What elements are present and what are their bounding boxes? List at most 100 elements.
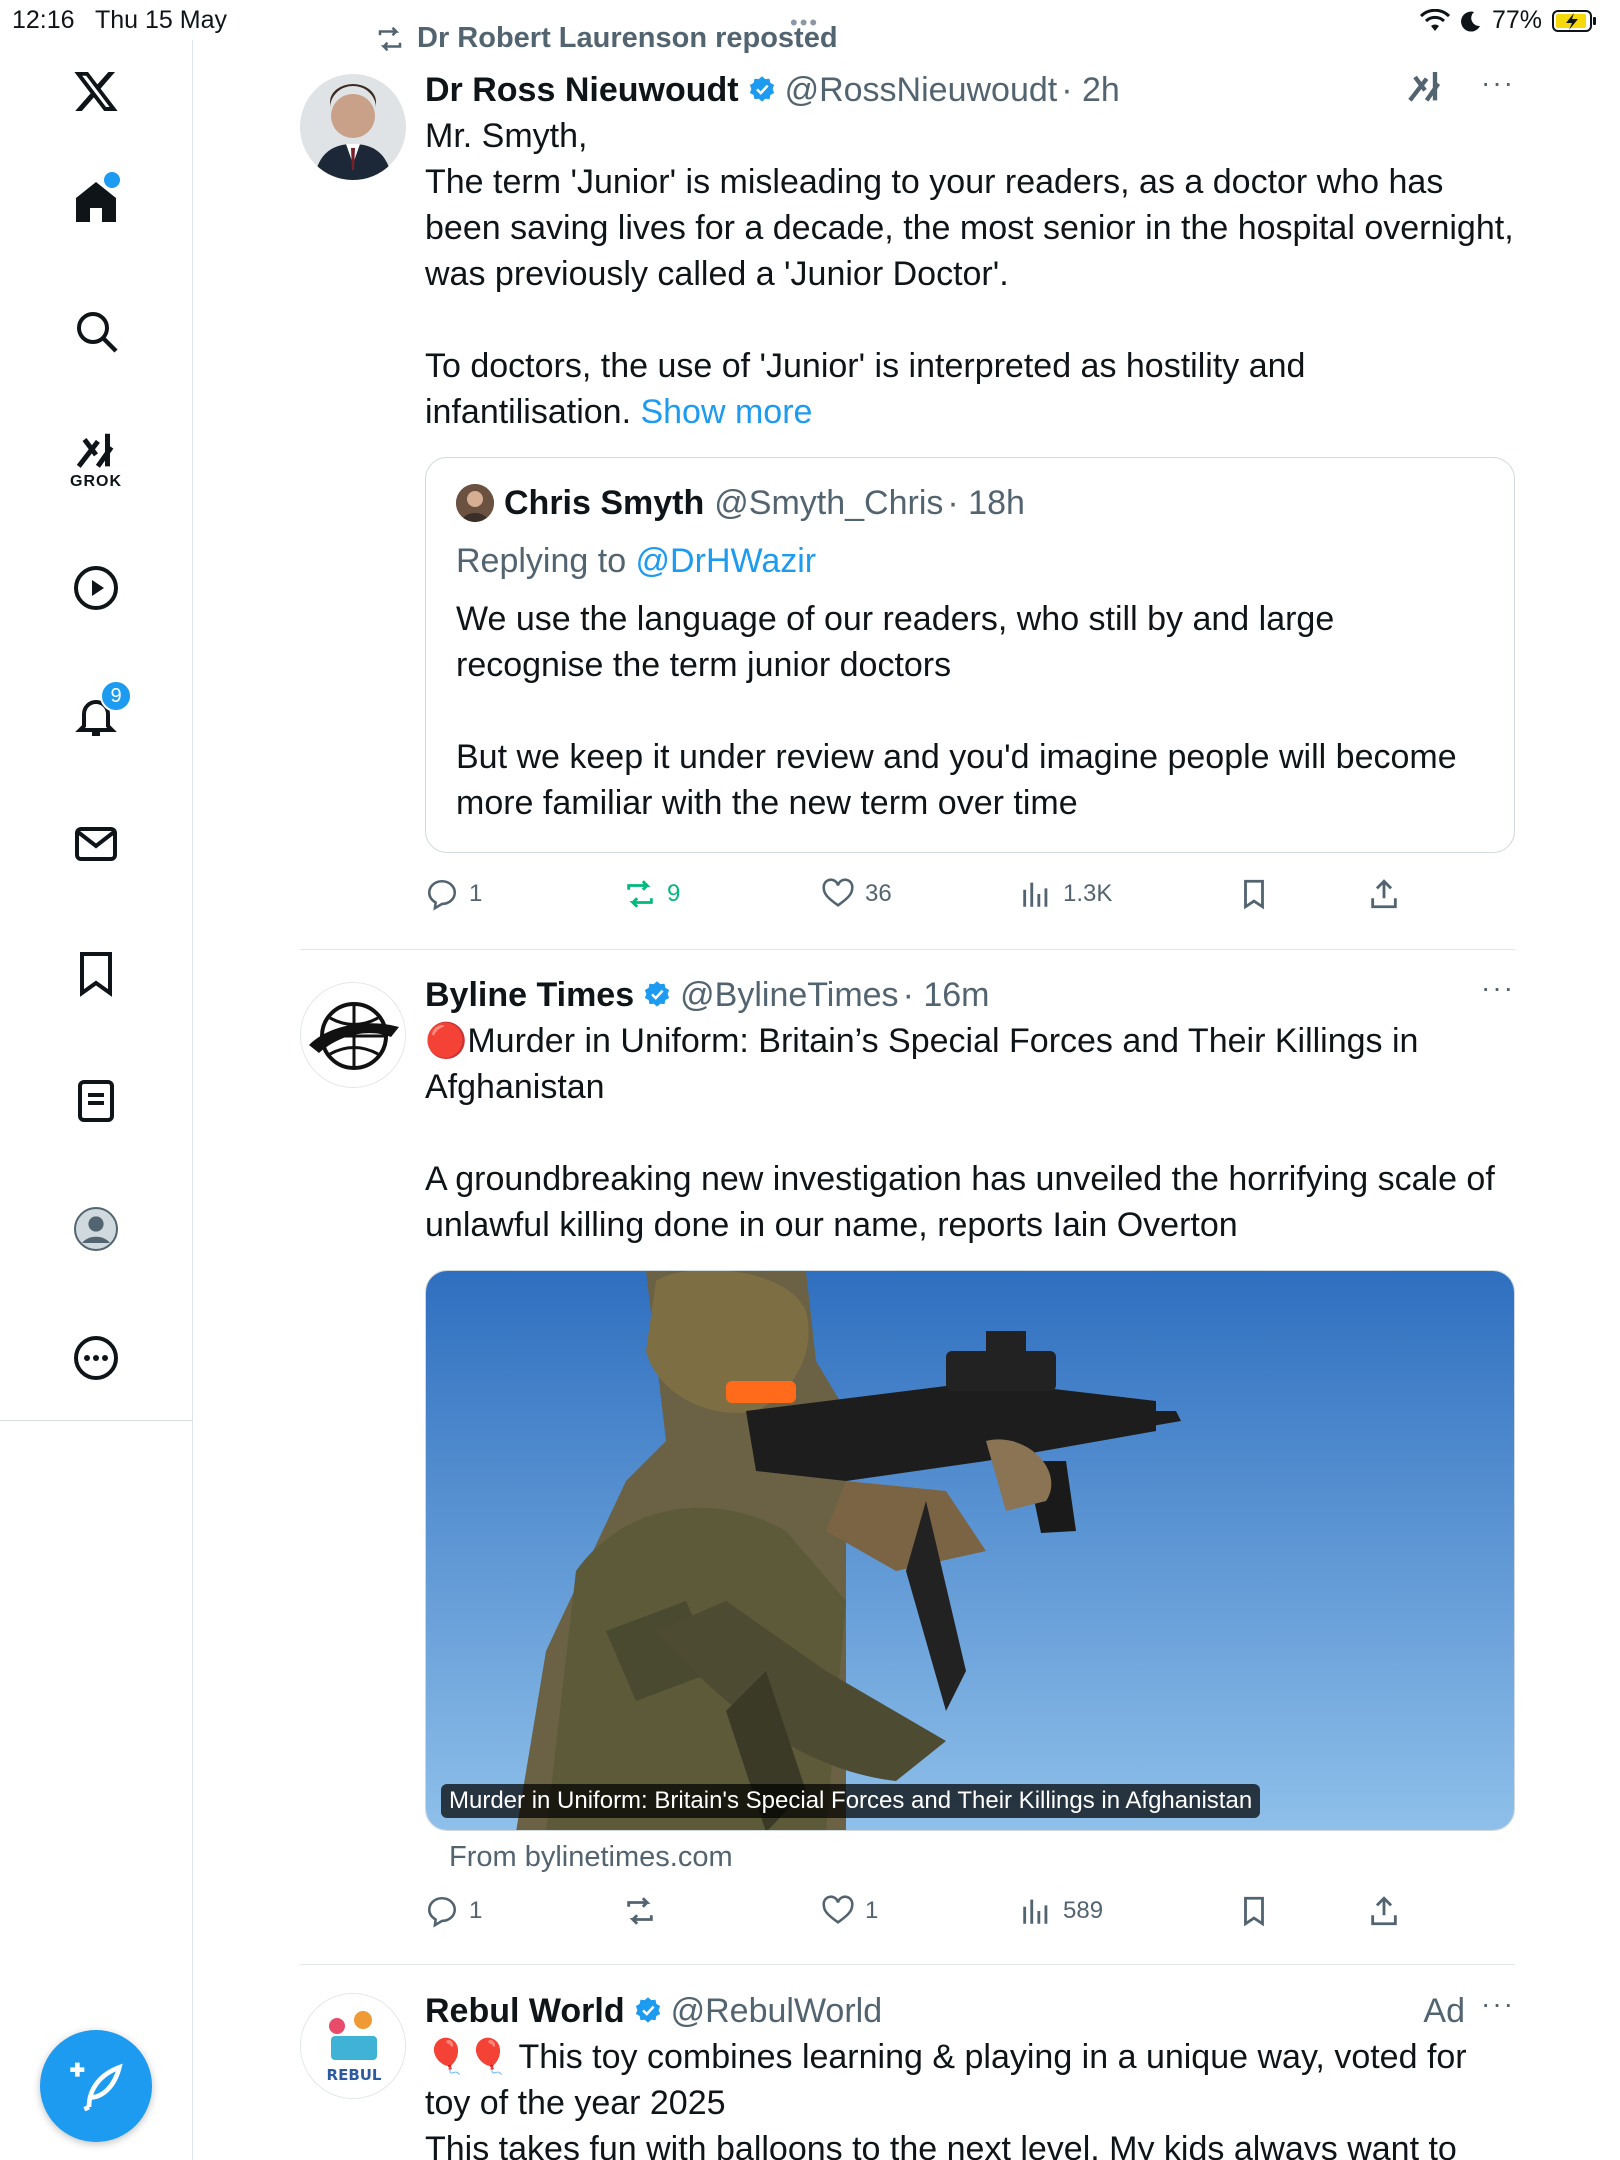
quote-header: Chris Smyth @Smyth_Chris · 18h xyxy=(456,480,1484,526)
video-icon[interactable] xyxy=(60,552,132,624)
bookmark-icon xyxy=(1244,1896,1264,1927)
quote-author-name: Chris Smyth xyxy=(504,484,705,522)
views-count: 1.3K xyxy=(1063,880,1113,907)
reply-count: 1 xyxy=(469,1897,483,1924)
grok-label: GROK xyxy=(70,473,122,490)
link-card-caption: Murder in Uniform: Britain's Special For… xyxy=(441,1784,1261,1818)
avatar[interactable] xyxy=(300,982,406,1088)
avatar[interactable] xyxy=(300,74,406,180)
tweet[interactable]: Byline Times @BylineTimes · 16m ··· 🔴Mur… xyxy=(300,972,1515,1952)
verified-badge-icon xyxy=(635,1997,660,2023)
share-button[interactable] xyxy=(1367,1886,1401,1936)
views-count: 589 xyxy=(1063,1897,1104,1924)
repost-count: 9 xyxy=(667,880,681,907)
repost-button[interactable] xyxy=(623,1886,667,1936)
soldier-photo xyxy=(426,1271,1514,1830)
tweet-actions: 1 9 36 1.3K xyxy=(425,869,1515,919)
bell-icon[interactable]: 9 xyxy=(60,680,132,752)
home-icon[interactable] xyxy=(60,166,132,238)
author-handle[interactable]: @RebulWorld xyxy=(671,1988,883,2034)
tweet-body: Rebul World @RebulWorld Ad ··· 🎈🎈 This t… xyxy=(425,1988,1515,2160)
quoted-tweet[interactable]: Chris Smyth @Smyth_Chris · 18h Replying … xyxy=(425,457,1515,853)
bookmark-icon xyxy=(1244,879,1264,910)
compose-button[interactable] xyxy=(40,2030,152,2142)
repost-icon xyxy=(627,1897,653,1925)
heart-icon xyxy=(822,1895,854,1924)
verified-badge-icon xyxy=(645,981,670,1007)
ad-label: Ad xyxy=(1423,1992,1465,2030)
reply-button[interactable]: 1 xyxy=(425,1886,482,1936)
replying-to: Replying to @DrHWazir xyxy=(456,542,817,580)
reply-button[interactable]: 1 xyxy=(425,869,482,919)
mail-icon[interactable] xyxy=(60,808,132,880)
views-icon xyxy=(1023,882,1048,907)
views-button[interactable]: 1.3K xyxy=(1019,869,1112,919)
more-options-icon[interactable]: ··· xyxy=(1481,67,1515,99)
like-button[interactable]: 36 xyxy=(821,869,892,919)
bookmark-button[interactable] xyxy=(1237,869,1271,919)
tweet-body: Dr Ross Nieuwoudt @RossNieuwoudt · 2h ··… xyxy=(425,67,1515,919)
timeline-feed: Dr Robert Laurenson reposted Dr Ross Nie… xyxy=(193,0,1620,2160)
views-button[interactable]: 589 xyxy=(1019,1886,1103,1936)
tweet-divider xyxy=(300,1964,1515,1965)
repost-label: Dr Robert Laurenson reposted xyxy=(417,22,838,54)
quote-avatar xyxy=(456,484,494,522)
repost-button[interactable]: 9 xyxy=(623,869,680,919)
tweet-actions: 1 1 589 xyxy=(425,1886,1515,1936)
share-button[interactable] xyxy=(1367,869,1401,919)
sidebar-divider xyxy=(0,1420,193,1421)
author-handle[interactable]: @BylineTimes xyxy=(680,972,898,1018)
more-icon[interactable] xyxy=(60,1322,132,1394)
grok-icon[interactable] xyxy=(1405,67,1445,112)
search-icon[interactable] xyxy=(60,295,132,367)
like-count: 36 xyxy=(865,880,892,907)
author-handle[interactable]: @RossNieuwoudt xyxy=(785,67,1058,113)
repost-indicator: Dr Robert Laurenson reposted xyxy=(373,22,838,55)
tweet-divider xyxy=(300,949,1515,950)
share-icon xyxy=(1371,879,1397,909)
more-options-icon[interactable]: ··· xyxy=(1481,972,1515,1004)
notifications-badge: 9 xyxy=(100,680,132,712)
home-unread-dot xyxy=(104,172,120,188)
reply-count: 1 xyxy=(469,880,483,907)
repost-icon xyxy=(378,26,402,51)
status-time: 12:16 xyxy=(12,6,75,34)
bookmark-button[interactable] xyxy=(1237,1886,1271,1936)
heart-icon xyxy=(822,878,854,907)
repost-icon xyxy=(627,880,653,908)
tweet[interactable]: Dr Robert Laurenson reposted Dr Ross Nie… xyxy=(300,22,1515,952)
svg-text:REBUL: REBUL xyxy=(327,2066,382,2084)
replying-to-link[interactable]: @DrHWazir xyxy=(636,542,817,580)
tweet-text: 🎈🎈 This toy combines learning & playing … xyxy=(425,2038,1467,2160)
profile-icon[interactable] xyxy=(60,1193,132,1265)
reply-icon xyxy=(427,1896,457,1928)
x-logo-icon[interactable] xyxy=(60,55,132,127)
like-button[interactable]: 1 xyxy=(821,1886,878,1936)
tweet-text: 🔴Murder in Uniform: Britain’s Special Fo… xyxy=(425,1022,1495,1244)
views-icon xyxy=(1023,1899,1048,1924)
tweet-header: Rebul World @RebulWorld xyxy=(425,1988,1515,2034)
reply-icon xyxy=(427,879,457,911)
link-source[interactable]: From bylinetimes.com xyxy=(425,1831,1515,1884)
link-card-image[interactable]: Murder in Uniform: Britain's Special For… xyxy=(425,1270,1515,1831)
tweet-time[interactable]: · 2h xyxy=(1061,67,1120,113)
bookmark-icon[interactable] xyxy=(60,937,132,1009)
quote-text: We use the language of our readers, who … xyxy=(456,600,1457,822)
compose-icon xyxy=(70,2062,123,2112)
quote-time: · 18h xyxy=(947,484,1025,522)
grok-icon[interactable]: GROK xyxy=(60,423,132,495)
tweet-header: Dr Ross Nieuwoudt @RossNieuwoudt · 2h xyxy=(425,67,1515,113)
more-options-icon[interactable]: ··· xyxy=(1481,1988,1515,2020)
list-icon[interactable] xyxy=(60,1065,132,1137)
tweet-time[interactable]: · 16m xyxy=(903,972,990,1018)
author-name[interactable]: Byline Times xyxy=(425,972,634,1018)
show-more-link[interactable]: Show more xyxy=(640,393,812,431)
avatar[interactable]: REBUL xyxy=(300,1993,406,2099)
author-name[interactable]: Dr Ross Nieuwoudt xyxy=(425,67,739,113)
share-icon xyxy=(1371,1896,1397,1926)
quote-author-handle: @Smyth_Chris xyxy=(714,484,944,522)
promoted-tweet[interactable]: REBUL Rebul World @RebulWorld Ad ··· 🎈🎈 … xyxy=(300,1988,1515,2160)
tweet-body: Byline Times @BylineTimes · 16m ··· 🔴Mur… xyxy=(425,972,1515,1936)
like-count: 1 xyxy=(865,1897,879,1924)
author-name[interactable]: Rebul World xyxy=(425,1988,625,2034)
